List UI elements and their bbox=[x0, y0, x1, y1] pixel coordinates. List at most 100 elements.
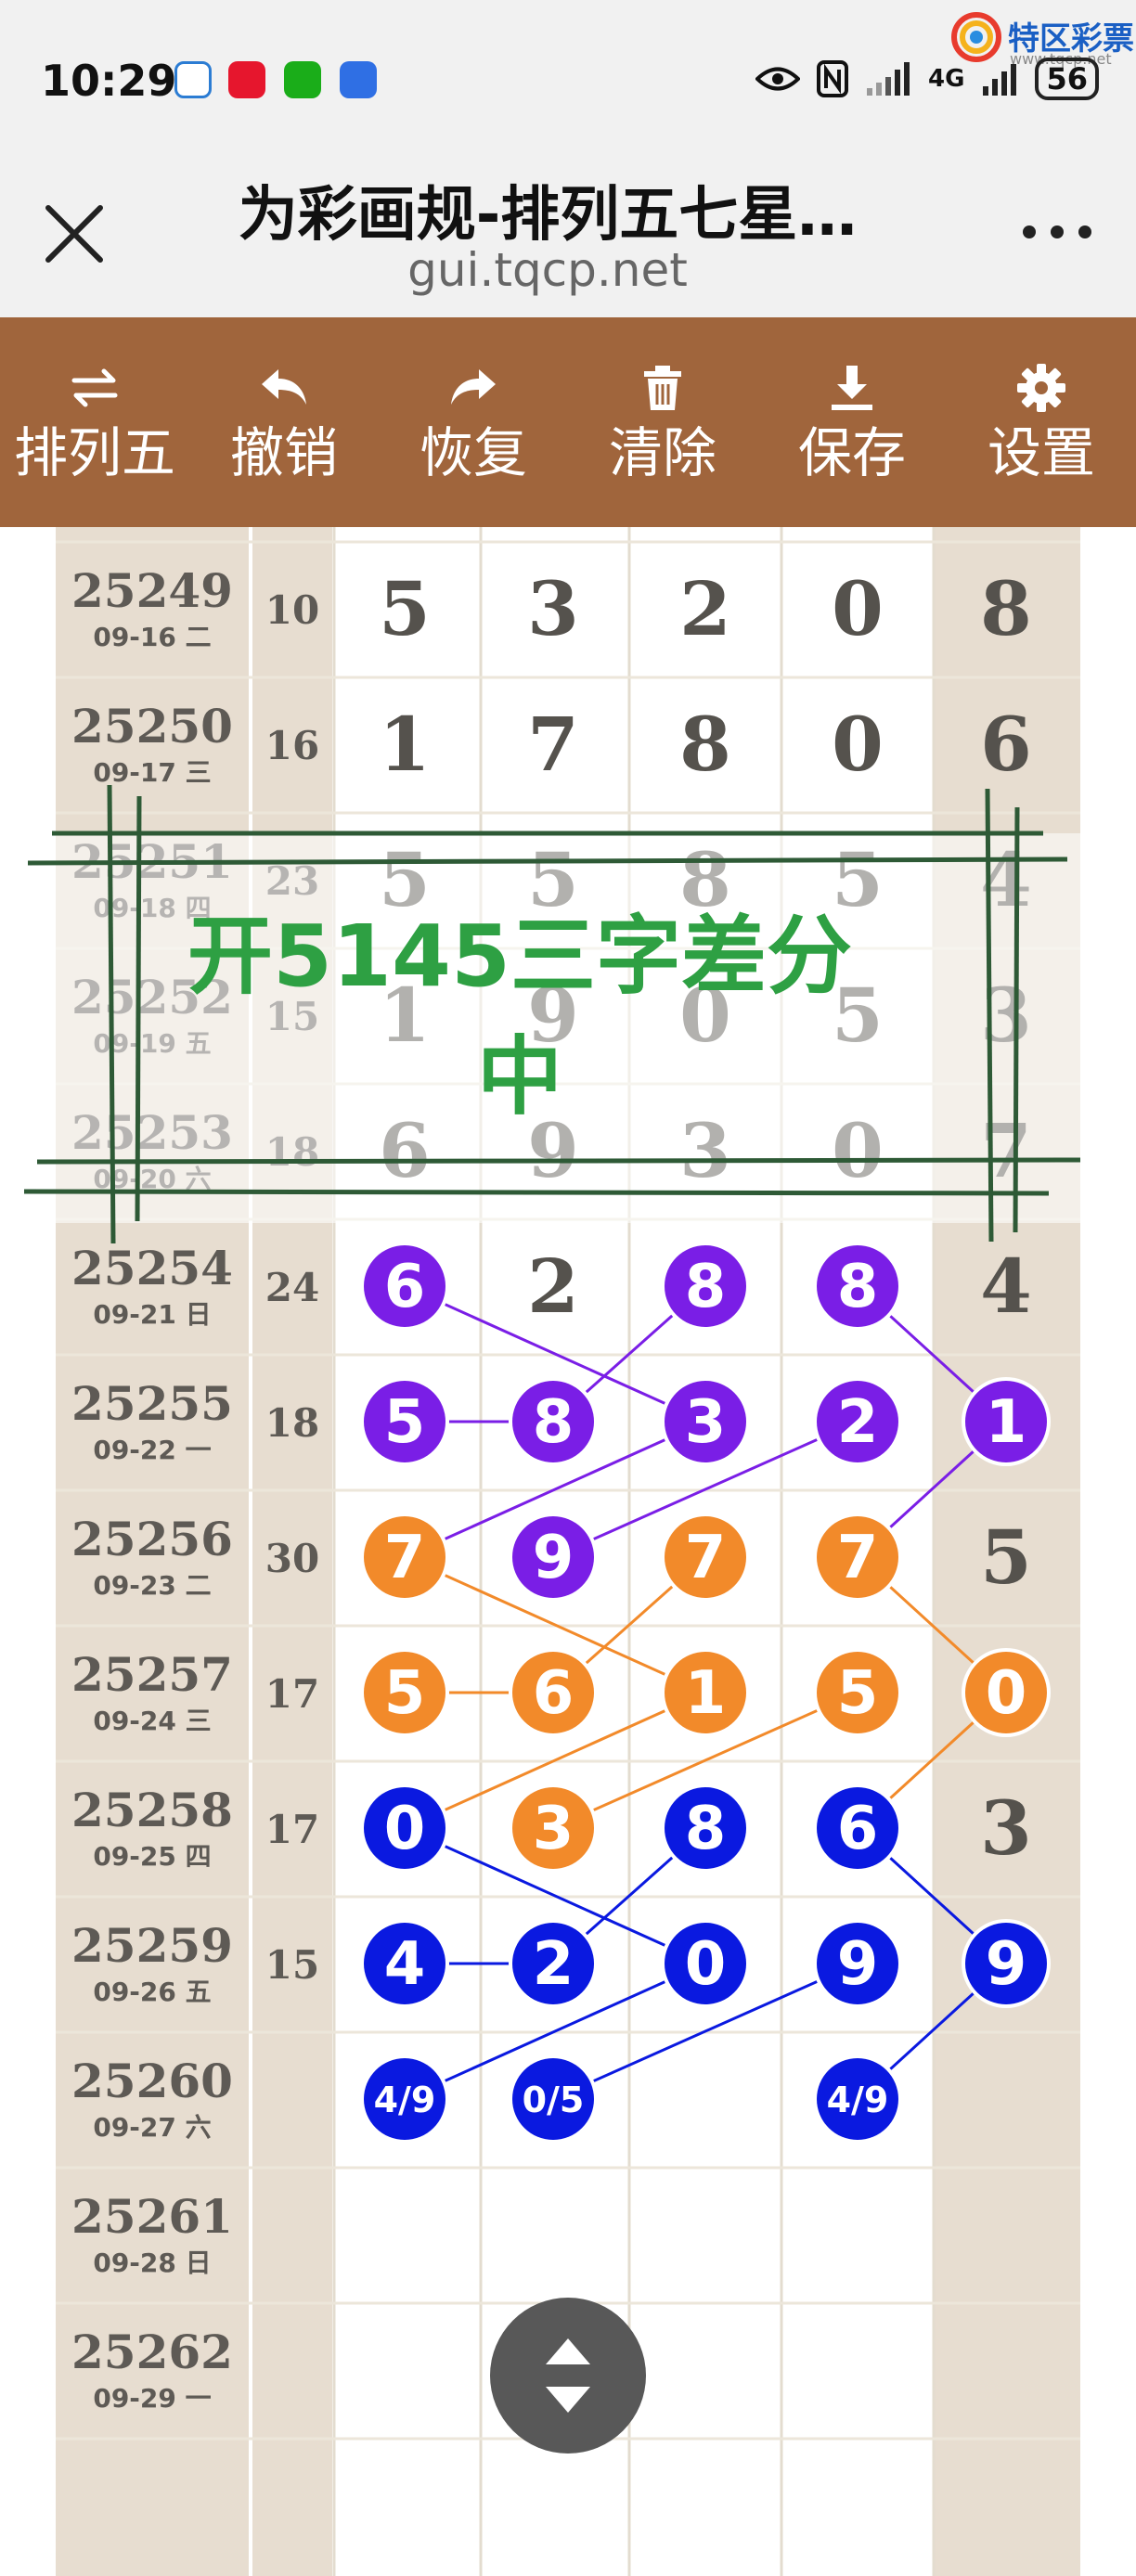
digit-sum: 15 bbox=[265, 1942, 319, 1988]
ball-value: 2 bbox=[837, 1388, 879, 1457]
number-ball[interactable]: 3 bbox=[509, 1784, 598, 1873]
number-ball[interactable]: 1 bbox=[962, 1377, 1051, 1466]
draw-digit: 5 bbox=[379, 565, 431, 652]
number-ball[interactable]: 4/9 bbox=[813, 2054, 902, 2144]
status-indicators: 4G 56 bbox=[755, 56, 1099, 102]
ball-value: 3 bbox=[685, 1388, 727, 1457]
number-ball[interactable]: 6 bbox=[509, 1648, 598, 1737]
settings-button[interactable]: 设置 bbox=[947, 317, 1136, 527]
draw-digit: 3 bbox=[527, 565, 579, 652]
ball-value: 0 bbox=[384, 1795, 426, 1863]
number-ball[interactable]: 7 bbox=[813, 1513, 902, 1602]
period-number: 25254 bbox=[71, 1241, 233, 1295]
annotation-frame-bottom-2 bbox=[23, 1189, 1050, 1196]
toolbar: 排列五 撤销 恢复 清除 保存 设置 bbox=[0, 317, 1136, 527]
number-ball[interactable]: 0 bbox=[962, 1648, 1051, 1737]
clear-label: 清除 bbox=[608, 421, 716, 484]
ball-value: 4/9 bbox=[827, 2080, 889, 2120]
weibo-icon bbox=[228, 61, 265, 98]
ball-value: 6 bbox=[837, 1795, 879, 1863]
number-ball[interactable]: 7 bbox=[360, 1513, 449, 1602]
draw-digit: 0 bbox=[832, 565, 884, 652]
ball-value: 8 bbox=[837, 1253, 879, 1321]
ball-value: 0/5 bbox=[523, 2080, 585, 2120]
undo-label: 撤销 bbox=[229, 421, 338, 484]
swap-icon bbox=[71, 368, 118, 407]
period-number: 25255 bbox=[71, 1376, 233, 1431]
number-ball[interactable]: 3 bbox=[661, 1377, 750, 1466]
period-date: 09-23 二 bbox=[93, 1570, 211, 1601]
draw-digit: 3 bbox=[980, 1784, 1032, 1872]
draw-digit: 2 bbox=[527, 1243, 579, 1330]
draw-digit: 1 bbox=[379, 701, 431, 788]
ball-value: 8 bbox=[685, 1795, 727, 1863]
number-ball[interactable]: 6 bbox=[813, 1784, 902, 1873]
wechat-icon bbox=[284, 61, 321, 98]
digit-sum: 18 bbox=[265, 1400, 319, 1446]
number-ball[interactable]: 9 bbox=[813, 1919, 902, 2008]
period-date: 09-16 二 bbox=[93, 622, 211, 652]
annotation-frame-right-2 bbox=[1013, 806, 1020, 1233]
page-url: gui.tqcp.net bbox=[407, 243, 688, 297]
number-ball[interactable]: 6 bbox=[360, 1242, 449, 1331]
number-ball[interactable]: 5 bbox=[813, 1648, 902, 1737]
number-ball[interactable]: 7 bbox=[661, 1513, 750, 1602]
annotation-text: 开5145三字差分 中 bbox=[56, 896, 984, 1138]
ball-value: 5 bbox=[837, 1659, 879, 1728]
period-number: 25249 bbox=[71, 563, 233, 618]
gear-icon bbox=[1017, 364, 1065, 412]
period-number: 25258 bbox=[71, 1783, 233, 1837]
status-bar: 10:29 特区彩票网 www.tqcp.net 4G bbox=[0, 0, 1136, 139]
number-ball[interactable]: 4 bbox=[360, 1919, 449, 2008]
ball-value: 9 bbox=[837, 1930, 879, 1999]
number-ball[interactable]: 5 bbox=[360, 1648, 449, 1737]
ball-value: 0 bbox=[986, 1659, 1027, 1728]
digit-sum: 10 bbox=[265, 587, 319, 633]
nfc-icon bbox=[817, 60, 849, 97]
table-row: 25262 09-29 一 bbox=[71, 2325, 233, 2414]
number-ball[interactable]: 8 bbox=[661, 1784, 750, 1873]
signal-icon bbox=[867, 62, 910, 96]
scroll-toggle-button[interactable] bbox=[490, 2298, 646, 2454]
ball-value: 6 bbox=[384, 1253, 426, 1321]
number-ball[interactable]: 8 bbox=[509, 1377, 598, 1466]
period-date: 09-29 一 bbox=[93, 2383, 211, 2414]
number-ball[interactable]: 5 bbox=[360, 1377, 449, 1466]
number-ball[interactable]: 4/9 bbox=[360, 2054, 449, 2144]
undo-button[interactable]: 撤销 bbox=[189, 317, 379, 527]
number-ball[interactable]: 0/5 bbox=[509, 2054, 598, 2144]
clear-button[interactable]: 清除 bbox=[568, 317, 757, 527]
period-number: 25260 bbox=[71, 2054, 233, 2108]
number-ball[interactable]: 9 bbox=[509, 1513, 598, 1602]
number-ball[interactable]: 2 bbox=[813, 1377, 902, 1466]
number-ball[interactable]: 0 bbox=[360, 1784, 449, 1873]
lottery-type-label: 排列五 bbox=[13, 421, 175, 484]
draw-digit: 4 bbox=[980, 1243, 1032, 1330]
ball-value: 1 bbox=[986, 1388, 1027, 1457]
drawing-grid[interactable]: 25249 09-16 二 10 5 3 2 0 8 25250 09-17 三 16 1 7 8 0 6 25… bbox=[0, 527, 1136, 2576]
save-button[interactable]: 保存 bbox=[757, 317, 947, 527]
signal-icon-2 bbox=[983, 64, 1017, 96]
table-row: 25261 09-28 日 bbox=[71, 2189, 233, 2278]
number-ball[interactable]: 2 bbox=[509, 1919, 598, 2008]
trend-chart-canvas[interactable]: 2524909-16 二10 5 3 2 0 82525009-17 三16 1 7 8 0 625… bbox=[0, 527, 1136, 2576]
lottery-type-button[interactable]: 排列五 bbox=[0, 317, 189, 527]
ball-value: 6 bbox=[533, 1659, 574, 1728]
number-ball[interactable]: 8 bbox=[813, 1242, 902, 1331]
draw-digit: 8 bbox=[679, 701, 731, 788]
period-date: 09-26 五 bbox=[93, 1977, 211, 2007]
draw-digit: 5 bbox=[980, 1513, 1032, 1601]
number-ball[interactable]: 1 bbox=[661, 1648, 750, 1737]
close-icon[interactable] bbox=[37, 197, 111, 271]
save-label: 保存 bbox=[797, 421, 906, 484]
number-ball[interactable]: 0 bbox=[661, 1919, 750, 2008]
number-ball[interactable]: 9 bbox=[962, 1919, 1051, 2008]
redo-button[interactable]: 恢复 bbox=[379, 317, 568, 527]
number-ball[interactable]: 8 bbox=[661, 1242, 750, 1331]
digit-sum: 24 bbox=[265, 1265, 319, 1310]
browser-nav-bar: 为彩画规-排列五七星… gui.tqcp.net bbox=[0, 139, 1136, 317]
eye-icon bbox=[755, 67, 801, 91]
more-menu-icon[interactable] bbox=[1015, 204, 1099, 260]
page-title: 为彩画规-排列五七星… bbox=[238, 181, 858, 250]
table-row: 25260 09-27 六 4/9 0/5 4/9 bbox=[71, 2054, 902, 2144]
